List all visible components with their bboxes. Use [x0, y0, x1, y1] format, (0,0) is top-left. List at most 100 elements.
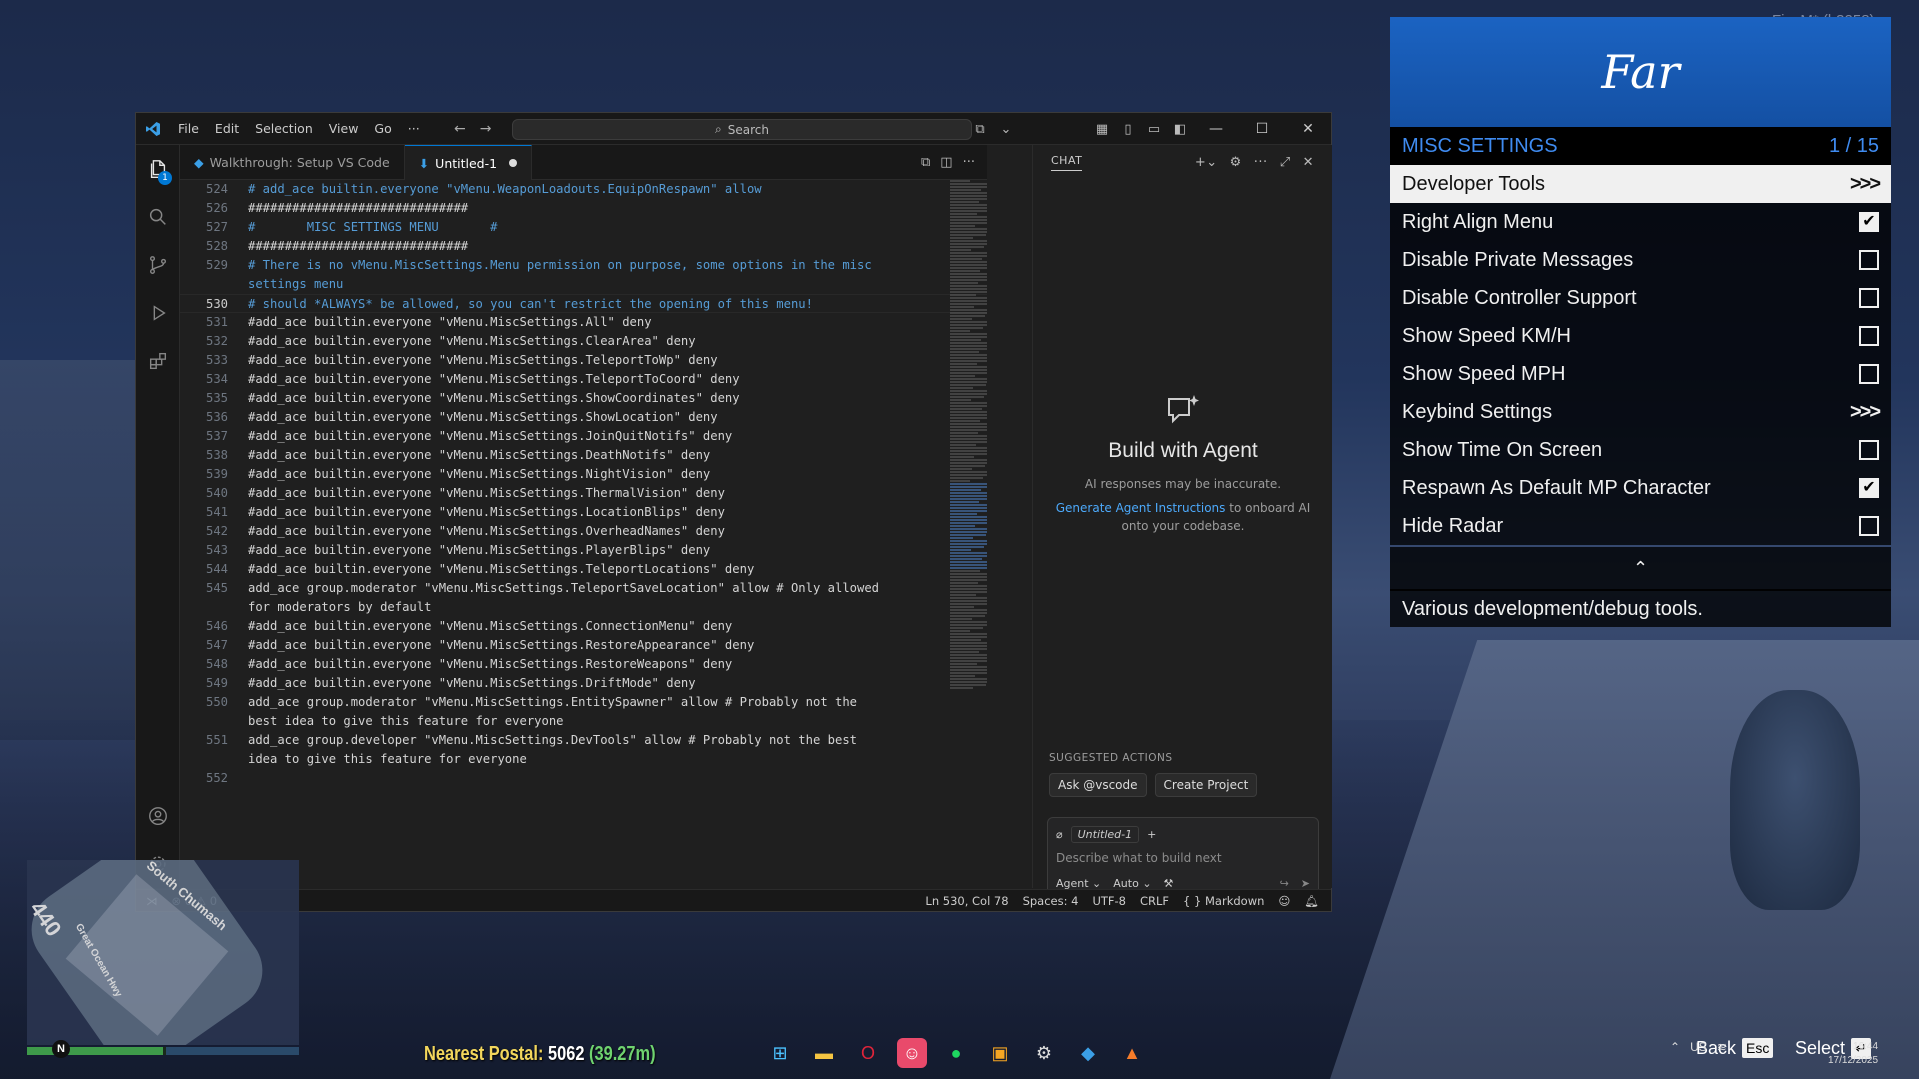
menu-edit[interactable]: Edit	[207, 113, 247, 145]
system-clock[interactable]: 16:44 17/12/2025	[1828, 1040, 1878, 1068]
code-line[interactable]: 543 #add_ace builtin.everyone "vMenu.Misc…	[180, 541, 987, 560]
code-line[interactable]: 535 #add_ace builtin.everyone "vMenu.Misc…	[180, 389, 987, 408]
ask-vscode-button[interactable]: Ask @vscode	[1049, 773, 1147, 797]
code-line[interactable]: idea to give this feature for everyone	[180, 750, 987, 769]
indentation[interactable]: Spaces: 4	[1023, 894, 1079, 908]
checkbox-unchecked-icon[interactable]	[1859, 516, 1879, 536]
menu-file[interactable]: File	[170, 113, 207, 145]
customize-layout-icon[interactable]: ▦	[1089, 113, 1115, 145]
run-debug-icon[interactable]	[136, 289, 180, 337]
menu-more[interactable]: ···	[400, 113, 428, 145]
code-line[interactable]: 545 add_ace group.moderator "vMenu.MiscSe…	[180, 579, 987, 598]
code-line[interactable]: 549 #add_ace builtin.everyone "vMenu.Misc…	[180, 674, 987, 693]
account-icon[interactable]	[136, 792, 180, 840]
vmenu-item[interactable]: Show Time On Screen	[1390, 431, 1891, 469]
close-icon[interactable]: ✕	[1285, 113, 1331, 145]
code-line[interactable]: for moderators by default	[180, 598, 987, 617]
checkbox-unchecked-icon[interactable]	[1859, 288, 1879, 308]
search-view-icon[interactable]	[136, 193, 180, 241]
code-line[interactable]: 526 ##############################	[180, 199, 987, 218]
file-explorer-icon[interactable]: ▬	[809, 1038, 839, 1068]
more-actions-icon[interactable]: ···	[963, 155, 975, 170]
code-line[interactable]: 539 #add_ace builtin.everyone "vMenu.Misc…	[180, 465, 987, 484]
checkbox-unchecked-icon[interactable]	[1859, 440, 1879, 460]
tab-untitled[interactable]: ⬇ Untitled-1	[404, 145, 533, 180]
checkbox-unchecked-icon[interactable]	[1859, 250, 1879, 270]
code-line[interactable]: 542 #add_ace builtin.everyone "vMenu.Misc…	[180, 522, 987, 541]
cursor-position[interactable]: Ln 530, Col 78	[925, 894, 1008, 908]
code-line[interactable]: 532 #add_ace builtin.everyone "vMenu.Misc…	[180, 332, 987, 351]
keyboard-lang[interactable]: US	[1690, 1040, 1707, 1054]
steam-icon[interactable]: ⚙	[1029, 1038, 1059, 1068]
menu-selection[interactable]: Selection	[247, 113, 321, 145]
vmenu-item[interactable]: Developer Tools >>>	[1390, 165, 1891, 203]
code-line[interactable]: 534 #add_ace builtin.everyone "vMenu.Misc…	[180, 370, 987, 389]
vmenu-item[interactable]: Show Speed KM/H	[1390, 317, 1891, 355]
vmenu-item[interactable]: Disable Controller Support	[1390, 279, 1891, 317]
chat-more-icon[interactable]: ···	[1254, 155, 1268, 170]
code-line[interactable]: 540 #add_ace builtin.everyone "vMenu.Misc…	[180, 484, 987, 503]
menu-go[interactable]: Go	[366, 113, 399, 145]
code-line[interactable]: 524 # add_ace builtin.everyone "vMenu.Wea…	[180, 180, 987, 199]
tray-chevron-icon[interactable]: ⌃	[1670, 1040, 1680, 1054]
code-line[interactable]: 529 # There is no vMenu.MiscSettings.Menu…	[180, 256, 987, 275]
checkbox-checked-icon[interactable]: ✔	[1859, 478, 1879, 498]
chevron-down-icon[interactable]: ⌄	[993, 113, 1019, 145]
fivem-taskbar-icon[interactable]: ▲	[1117, 1038, 1147, 1068]
code-line[interactable]: 550 add_ace group.moderator "vMenu.MiscSe…	[180, 693, 987, 712]
generate-instructions-link[interactable]: Generate Agent Instructions	[1056, 501, 1226, 515]
discord-icon[interactable]: ☺	[897, 1038, 927, 1068]
code-line[interactable]: settings menu	[180, 275, 987, 294]
command-search-box[interactable]: ⌕ Search	[512, 119, 972, 140]
create-project-button[interactable]: Create Project	[1154, 773, 1258, 797]
context-chip[interactable]: Untitled-1	[1070, 826, 1140, 843]
code-line[interactable]: 546 #add_ace builtin.everyone "vMenu.Misc…	[180, 617, 987, 636]
vmenu-item[interactable]: Disable Private Messages	[1390, 241, 1891, 279]
code-line[interactable]: 536 #add_ace builtin.everyone "vMenu.Misc…	[180, 408, 987, 427]
forward-arrow-icon[interactable]: →	[480, 121, 492, 137]
close-panel-icon[interactable]: ✕	[1303, 155, 1314, 170]
chat-settings-icon[interactable]: ⚙	[1230, 155, 1242, 170]
chat-title-tab[interactable]: CHAT	[1051, 154, 1083, 171]
line-ending[interactable]: CRLF	[1140, 894, 1169, 908]
add-context-icon[interactable]: +	[1147, 828, 1156, 841]
encoding[interactable]: UTF-8	[1092, 894, 1126, 908]
attach-icon[interactable]: ⌀	[1056, 828, 1063, 841]
explorer-icon[interactable]: 1	[136, 145, 180, 193]
checkbox-unchecked-icon[interactable]	[1859, 364, 1879, 384]
menu-view[interactable]: View	[321, 113, 367, 145]
back-arrow-icon[interactable]: ←	[454, 121, 466, 137]
code-line[interactable]: 551 add_ace group.developer "vMenu.MiscSe…	[180, 731, 987, 750]
code-line[interactable]: 548 #add_ace builtin.everyone "vMenu.Misc…	[180, 655, 987, 674]
code-line[interactable]: 533 #add_ace builtin.everyone "vMenu.Misc…	[180, 351, 987, 370]
vmenu-item[interactable]: Show Speed MPH	[1390, 355, 1891, 393]
game-launcher-icon[interactable]: ▣	[985, 1038, 1015, 1068]
vscode-taskbar-icon[interactable]: ◆	[1073, 1038, 1103, 1068]
windows-start-icon[interactable]: ⊞	[765, 1038, 795, 1068]
vmenu-item[interactable]: Hide Radar	[1390, 507, 1891, 545]
code-line[interactable]: 544 #add_ace builtin.everyone "vMenu.Misc…	[180, 560, 987, 579]
opera-icon[interactable]: O	[853, 1038, 883, 1068]
spotify-icon[interactable]: ●	[941, 1038, 971, 1068]
code-line[interactable]: 530 # should *ALWAYS* be allowed, so you …	[180, 294, 987, 313]
code-line[interactable]: 552	[180, 769, 987, 788]
code-editor[interactable]: 524 # add_ace builtin.everyone "vMenu.Wea…	[180, 180, 987, 888]
vmenu-item[interactable]: Respawn As Default MP Character ✔	[1390, 469, 1891, 507]
unsaved-dot-icon[interactable]	[509, 159, 518, 167]
code-line[interactable]: 538 #add_ace builtin.everyone "vMenu.Misc…	[180, 446, 987, 465]
maximize-panel-icon[interactable]: ⤢	[1280, 155, 1291, 170]
code-line[interactable]: 531 #add_ace builtin.everyone "vMenu.Misc…	[180, 313, 987, 332]
tab-walkthrough[interactable]: ◆ Walkthrough: Setup VS Code	[180, 145, 405, 180]
minimap[interactable]	[950, 180, 987, 880]
copilot-icon[interactable]: ⧉	[967, 113, 993, 145]
code-line[interactable]: 527 # MISC SETTINGS MENU #	[180, 218, 987, 237]
new-chat-icon[interactable]: +⌄	[1195, 155, 1218, 170]
checkbox-unchecked-icon[interactable]	[1859, 326, 1879, 346]
code-line[interactable]: 541 #add_ace builtin.everyone "vMenu.Misc…	[180, 503, 987, 522]
code-line[interactable]: 537 #add_ace builtin.everyone "vMenu.Misc…	[180, 427, 987, 446]
maximize-icon[interactable]: ☐	[1239, 113, 1285, 145]
code-line[interactable]: 528 ##############################	[180, 237, 987, 256]
toggle-sidebar-icon[interactable]: ▯	[1115, 113, 1141, 145]
open-preview-icon[interactable]: ⧉	[921, 155, 930, 170]
minimize-icon[interactable]: —	[1193, 113, 1239, 145]
